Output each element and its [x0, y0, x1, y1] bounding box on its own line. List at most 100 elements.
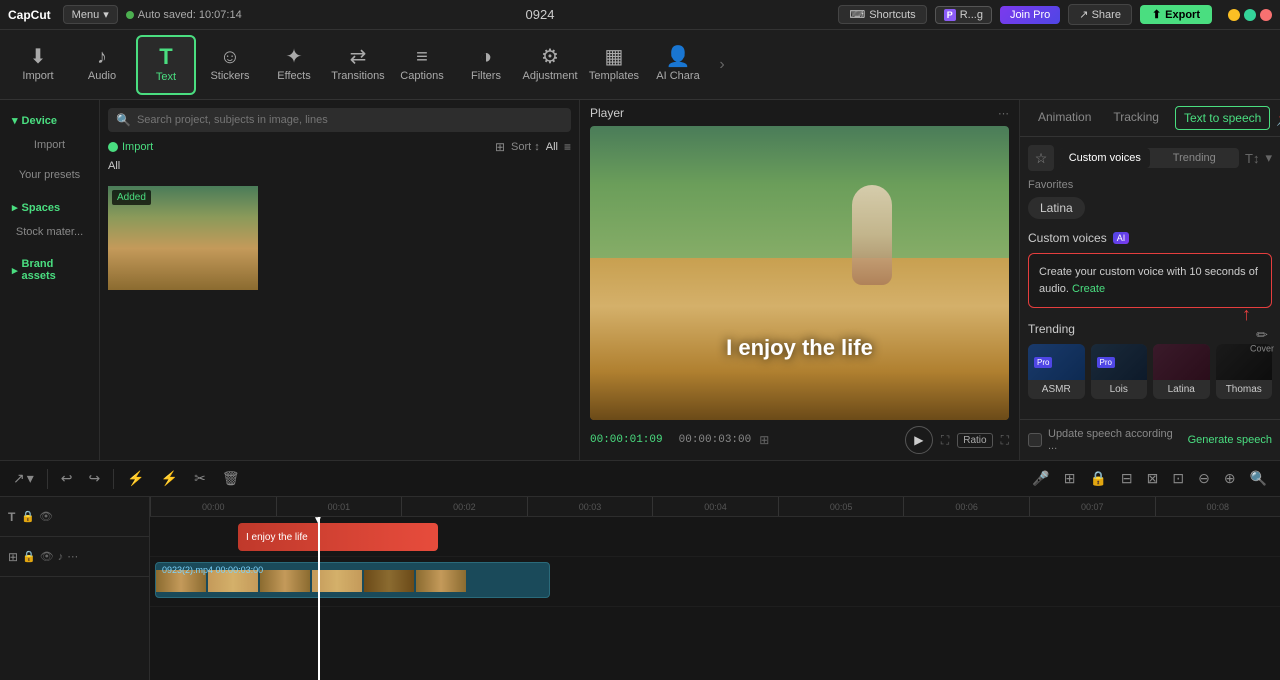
toolbar-divider-2: [113, 469, 114, 489]
delete-button[interactable]: 🗑: [217, 467, 245, 490]
menu-button[interactable]: Menu ▾: [63, 5, 118, 24]
split-button[interactable]: ⚡: [122, 467, 149, 490]
close-button[interactable]: [1260, 9, 1272, 21]
lock-button[interactable]: 🔒: [1084, 467, 1111, 490]
delete-icon: 🗑: [222, 470, 240, 487]
tool-templates-label: Templates: [589, 70, 639, 82]
right-panel-tabs: Animation Tracking Text to speech 📌: [1020, 100, 1280, 137]
tool-transitions[interactable]: ⇄ Transitions: [328, 35, 388, 95]
voice-card-thomas-name: Thomas: [1216, 380, 1273, 399]
select-chevron: ▾: [27, 470, 34, 487]
favorites-star-button[interactable]: ☆: [1028, 145, 1054, 171]
sidebar-item-import[interactable]: Import: [6, 131, 93, 159]
tool-ai-chara[interactable]: 👤 AI Chara: [648, 35, 708, 95]
toolbar-more-button[interactable]: ›: [712, 35, 732, 95]
fit-button[interactable]: ⊡: [1167, 467, 1189, 490]
export-button[interactable]: ⬆ Export: [1140, 5, 1212, 24]
select-tool-button[interactable]: ↗ ▾: [8, 467, 39, 490]
tool-adjustment[interactable]: ⚙ Adjustment: [520, 35, 580, 95]
tab-tracking[interactable]: Tracking: [1103, 100, 1169, 136]
tool-import[interactable]: ⬇ Import: [8, 35, 68, 95]
app-logo: CapCut: [8, 8, 51, 22]
all-filter-label: All: [546, 141, 558, 153]
tool-adjustment-label: Adjustment: [522, 70, 577, 82]
tab-animation[interactable]: Animation: [1028, 100, 1101, 136]
minimize-button[interactable]: [1228, 9, 1240, 21]
eye-video-icon[interactable]: 👁: [40, 550, 54, 563]
generate-speech-button[interactable]: Generate speech: [1188, 434, 1272, 446]
filter-icon[interactable]: ≡: [564, 140, 571, 154]
tool-audio[interactable]: ♪ Audio: [72, 35, 132, 95]
tool-filters[interactable]: ◑ Filters: [456, 35, 516, 95]
main-content: ▾ Device Import Your presets ▸ Spaces St…: [0, 100, 1280, 460]
crop-button[interactable]: ✂: [189, 467, 211, 490]
ratio-badge[interactable]: Ratio: [957, 433, 992, 448]
view-toggle-button[interactable]: ⊞: [495, 140, 505, 154]
share-button[interactable]: ↗ Share: [1068, 4, 1132, 25]
shortcuts-button[interactable]: ⌨ Shortcuts: [838, 5, 926, 24]
maximize-button[interactable]: [1244, 9, 1256, 21]
player-options-button[interactable]: ⋯: [998, 107, 1009, 120]
sidebar-item-your-presets[interactable]: Your presets: [6, 161, 93, 189]
sidebar-section-spaces[interactable]: ▸ Spaces: [0, 195, 99, 216]
zoom-plus-button[interactable]: ⊕: [1219, 467, 1241, 490]
split-audio-button[interactable]: ⊟: [1116, 467, 1138, 490]
voice-card-latina[interactable]: Latina: [1153, 344, 1210, 399]
grid-view-icon[interactable]: ⊞: [759, 433, 769, 447]
link-icon: ⊞: [1064, 470, 1076, 487]
pin-icon[interactable]: 📌: [1276, 110, 1280, 127]
tool-effects[interactable]: ✦ Effects: [264, 35, 324, 95]
tool-templates[interactable]: ▦ Templates: [584, 35, 644, 95]
voice-card-asmr-name: ASMR: [1028, 380, 1085, 399]
media-actions: Import ⊞ Sort ↕ All ≡: [100, 140, 579, 160]
update-speech-checkbox[interactable]: [1028, 433, 1042, 447]
voice-tab-trending[interactable]: Trending: [1150, 148, 1240, 168]
ruler-mark-2: 00:02: [401, 497, 527, 517]
video-clip[interactable]: 0923(2).mp4 00:00:03:00: [155, 562, 550, 598]
link-button[interactable]: ⊞: [1059, 467, 1081, 490]
create-custom-voice-link[interactable]: Create: [1072, 283, 1105, 295]
voice-card-lois[interactable]: Pro Lois: [1091, 344, 1148, 399]
more-video-icon[interactable]: ⋯: [67, 550, 78, 563]
zoom-minus-button[interactable]: ⊖: [1193, 467, 1215, 490]
expand-icon[interactable]: ⛶: [1001, 433, 1009, 448]
latina-voice-chip[interactable]: Latina: [1028, 197, 1085, 219]
list-item[interactable]: Added 0923(2).mp4: [108, 186, 258, 290]
play-button[interactable]: ▶: [905, 426, 933, 454]
sort-button[interactable]: Sort ↕: [511, 141, 540, 153]
all-filter-tab[interactable]: All: [108, 160, 120, 172]
tool-ai-chara-label: AI Chara: [656, 70, 699, 82]
join-pro-button[interactable]: Join Pro: [1000, 6, 1060, 24]
format-button[interactable]: ⊠: [1142, 467, 1164, 490]
sidebar-section-brand[interactable]: ▸ Brand assets: [0, 252, 99, 284]
fullscreen-icon[interactable]: ⛶: [941, 433, 949, 448]
text-clip-label: I enjoy the life: [246, 532, 308, 543]
redo-button[interactable]: ↪: [84, 467, 106, 490]
lock-video-icon[interactable]: 🔒: [22, 550, 36, 563]
search-input[interactable]: [137, 114, 563, 126]
tab-text-to-speech[interactable]: Text to speech: [1175, 106, 1270, 130]
visibility-track-icon[interactable]: 👁: [39, 510, 53, 523]
tool-captions[interactable]: ≡ Captions: [392, 35, 452, 95]
sidebar-section-device[interactable]: ▾ Device: [0, 108, 99, 129]
import-button[interactable]: Import: [108, 141, 153, 153]
voice-card-asmr[interactable]: Pro ASMR: [1028, 344, 1085, 399]
adjustment-icon: ⚙: [541, 47, 559, 67]
lock-track-icon[interactable]: 🔒: [21, 510, 35, 523]
tool-text[interactable]: T Text: [136, 35, 196, 95]
voice-tab-custom[interactable]: Custom voices: [1060, 148, 1150, 168]
undo-button[interactable]: ↩: [56, 467, 78, 490]
media-panel: 🔍 Import ⊞ Sort ↕ All ≡ All Add: [100, 100, 580, 460]
mic-button[interactable]: 🎤: [1027, 467, 1054, 490]
sort-voices-icon[interactable]: T↕: [1245, 151, 1259, 166]
playhead[interactable]: [318, 517, 320, 680]
sidebar-item-stock[interactable]: Stock mater...: [6, 218, 93, 246]
zoom-fit-button[interactable]: 🔍: [1245, 467, 1272, 490]
player-title: Player: [590, 106, 624, 120]
audio-video-icon[interactable]: ♪: [58, 551, 64, 563]
search-bar: 🔍: [108, 108, 571, 132]
split-keep-button[interactable]: ⚡: [156, 467, 183, 490]
tool-stickers[interactable]: ☺ Stickers: [200, 35, 260, 95]
text-clip[interactable]: I enjoy the life: [238, 523, 438, 551]
filter-voices-icon[interactable]: ▾: [1265, 150, 1272, 166]
